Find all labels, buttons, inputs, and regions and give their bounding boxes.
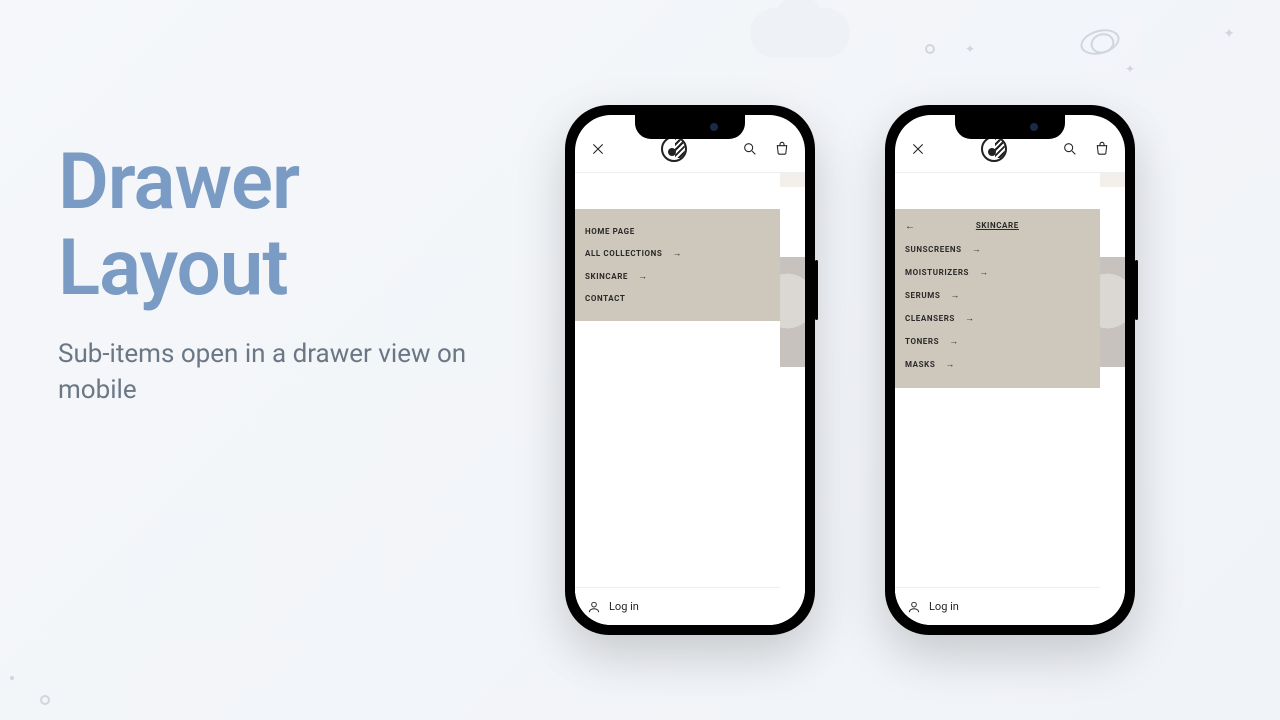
- arrow-right-icon: →: [979, 267, 989, 278]
- login-link[interactable]: Log in: [895, 587, 1100, 625]
- user-icon: [587, 600, 601, 614]
- user-icon: [907, 600, 921, 614]
- nav-item-label: CLEANSERS: [905, 314, 955, 323]
- arrow-right-icon: →: [972, 244, 982, 255]
- page-title: Drawer Layout: [58, 140, 498, 312]
- login-link[interactable]: Log in: [575, 587, 780, 625]
- arrow-right-icon: →: [672, 248, 682, 259]
- feature-description: Drawer Layout Sub-items open in a drawer…: [58, 140, 498, 408]
- close-icon[interactable]: [909, 140, 927, 158]
- nav-item[interactable]: SUNSCREENS →: [905, 238, 1090, 261]
- arrow-right-icon: →: [950, 290, 960, 301]
- page-behind-drawer: [780, 173, 805, 625]
- app-header: [895, 133, 1125, 173]
- arrow-right-icon: →: [945, 359, 955, 370]
- nav-item-label: TONERS: [905, 337, 939, 346]
- nav-drawer-sub: ← SKINCARE SUNSCREENS→MOISTURIZERS→SERUM…: [895, 173, 1100, 625]
- nav-item[interactable]: SERUMS →: [905, 284, 1090, 307]
- nav-item-label: SUNSCREENS: [905, 245, 962, 254]
- page-subtitle: Sub-items open in a drawer view on mobil…: [58, 336, 498, 409]
- nav-item[interactable]: CONTACT: [585, 288, 770, 309]
- nav-item-label: ALL COLLECTIONS: [585, 249, 662, 258]
- nav-item[interactable]: MASKS →: [905, 353, 1090, 376]
- nav-item-label: HOME PAGE: [585, 227, 635, 236]
- drawer-parent-title[interactable]: SKINCARE: [976, 221, 1019, 230]
- nav-drawer: HOME PAGE ALL COLLECTIONS → SKINCARE → CONTAC…: [575, 173, 780, 625]
- search-icon[interactable]: [741, 140, 759, 158]
- app-header: [575, 133, 805, 173]
- nav-item[interactable]: CLEANSERS →: [905, 307, 1090, 330]
- arrow-right-icon: →: [949, 336, 959, 347]
- nav-item-label: MOISTURIZERS: [905, 268, 969, 277]
- nav-item-label: CONTACT: [585, 294, 625, 303]
- page-behind-drawer: [1100, 173, 1125, 625]
- nav-item-label: SKINCARE: [585, 272, 628, 281]
- close-icon[interactable]: [589, 140, 607, 158]
- nav-item-label: SERUMS: [905, 291, 940, 300]
- search-icon[interactable]: [1061, 140, 1079, 158]
- nav-item[interactable]: MOISTURIZERS →: [905, 261, 1090, 284]
- cart-icon[interactable]: [773, 140, 791, 158]
- nav-item-label: MASKS: [905, 360, 935, 369]
- nav-item[interactable]: SKINCARE →: [585, 265, 770, 288]
- nav-item[interactable]: TONERS →: [905, 330, 1090, 353]
- login-label: Log in: [609, 600, 639, 613]
- phone-mockup-sub-menu: ← SKINCARE SUNSCREENS→MOISTURIZERS→SERUM…: [885, 105, 1135, 635]
- brand-logo[interactable]: [661, 136, 687, 162]
- arrow-right-icon: →: [638, 271, 648, 282]
- login-label: Log in: [929, 600, 959, 613]
- nav-item[interactable]: HOME PAGE: [585, 221, 770, 242]
- nav-item[interactable]: ALL COLLECTIONS →: [585, 242, 770, 265]
- cart-icon[interactable]: [1093, 140, 1111, 158]
- brand-logo[interactable]: [981, 136, 1007, 162]
- phone-mockup-main-menu: HOME PAGE ALL COLLECTIONS → SKINCARE → CONTAC…: [565, 105, 815, 635]
- back-icon[interactable]: ←: [905, 221, 915, 232]
- arrow-right-icon: →: [965, 313, 975, 324]
